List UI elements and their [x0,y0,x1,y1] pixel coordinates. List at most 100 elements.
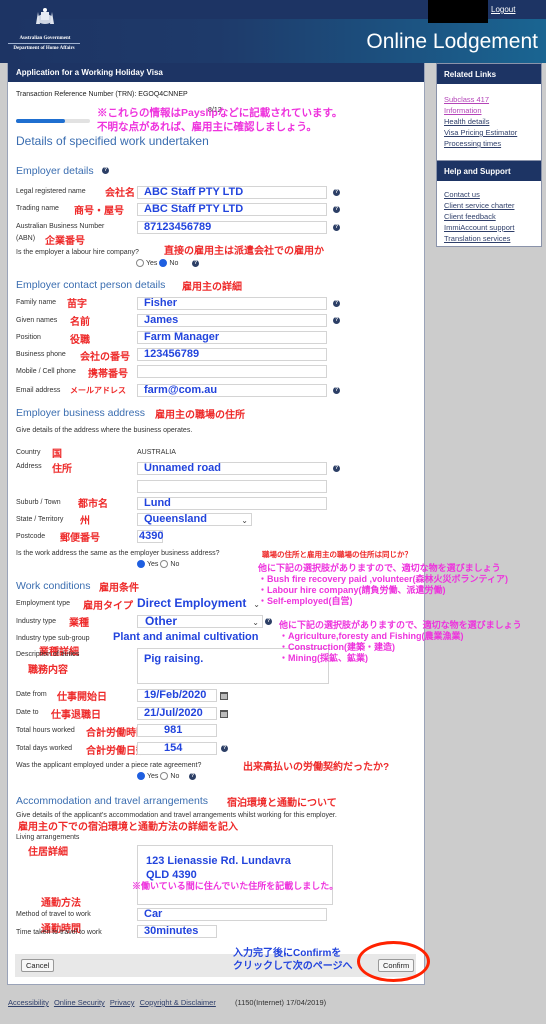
help-icon[interactable]: ? [333,465,340,472]
postcode-input[interactable]: 4390 [137,530,163,543]
help-icon[interactable]: ? [333,317,340,324]
address-line1-input[interactable]: Unnamed road [137,462,327,475]
link-visa-pricing-estimator[interactable]: Visa Pricing Estimator [444,127,534,138]
labour-hire-no-radio[interactable] [159,259,168,267]
help-icon[interactable]: ? [189,773,196,780]
employment-type-selected-value: Direct Employment [137,596,247,610]
given-names-annotation: 名前 [70,317,90,328]
help-icon[interactable]: ? [265,618,272,625]
link-contact-us[interactable]: Contact us [444,189,534,200]
link-translation-services[interactable]: Translation services [444,233,534,244]
address-line2-input[interactable] [137,480,327,493]
help-icon[interactable]: ? [192,260,199,267]
email-annotation: メールアドレス [70,386,126,395]
section-accommodation: Accommodation and travel arrangements [16,795,209,807]
employment-type-select[interactable]: Direct Employment ⌄ [137,596,260,611]
address-description: Give details of the address where the bu… [16,427,193,434]
same-address-yes-radio[interactable] [137,560,145,568]
country-annotation: 国 [52,449,62,460]
living-annotation: ※働いている間に住んでいた住所を記載しました。 [132,881,339,891]
link-client-feedback[interactable]: Client feedback [444,211,534,222]
family-name-input[interactable]: Fisher [137,297,327,310]
living-line-2: QLD 4390 [146,869,197,881]
state-annotation: 州 [80,516,90,527]
date-from-input[interactable]: 19/Feb/2020 [137,689,217,702]
section-work-conditions: Work conditions [16,580,91,592]
duties-label: Description of duties [16,651,80,658]
logout-link[interactable]: Logout [491,5,515,14]
confirm-annotation-1: 入力完了後にConfirmを [233,948,342,959]
labour-hire-radio-group: Yes No [136,259,178,267]
footer-link-accessibility[interactable]: Accessibility [8,998,49,1007]
footer-link-privacy[interactable]: Privacy [110,998,135,1007]
duties-annotation: 職務内容 [28,665,68,676]
total-hours-input[interactable]: 981 [137,724,217,737]
department-name: Department of Home Affairs [13,46,75,51]
given-names-label: Given names [16,317,58,324]
business-phone-label: Business phone [16,351,66,358]
given-names-input[interactable]: James [137,314,327,327]
employment-type-annotation: 雇用タイプ [83,601,133,612]
date-from-label: Date from [16,691,47,698]
help-icon[interactable]: ? [333,189,340,196]
annotation-top-1: ※これらの情報はPayslipなどに記載されています。 [97,107,343,119]
mobile-label: Mobile / Cell phone [16,368,76,375]
help-icon[interactable]: ? [333,206,340,213]
email-label: Email address [16,387,61,394]
same-address-annotation: 職場の住所と雇用主の職場の住所は同じか？ [262,550,412,559]
travel-method-annotation: 通勤方法 [41,898,81,909]
mobile-input[interactable] [137,365,327,378]
link-client-service-charter[interactable]: Client service charter [444,200,534,211]
cancel-button[interactable]: Cancel [21,959,55,972]
legal-name-input[interactable]: ABC Staff PTY LTD [137,186,327,199]
footer-link-copyright[interactable]: Copyright & Disclaimer [140,998,216,1007]
link-processing-times[interactable]: Processing times [444,138,534,149]
yes-label: Yes [147,772,159,780]
app-title: Online Lodgement [366,30,538,53]
living-arrangements-annotation: 住居詳細 [28,847,68,858]
same-address-no-radio[interactable] [160,560,169,568]
email-input[interactable]: farm@com.au [137,384,327,397]
travel-method-input[interactable]: Car [137,908,327,921]
travel-method-label: Method of travel to work [16,911,91,918]
country-label: Country [16,449,41,456]
yes-label: Yes [146,259,158,267]
piece-rate-yes-radio[interactable] [137,772,145,780]
travel-time-input[interactable]: 30minutes [137,925,217,938]
link-information[interactable]: Information [444,105,534,116]
calendar-icon[interactable] [220,692,228,700]
subgroup-value[interactable]: Plant and animal cultivation [113,631,258,644]
work-conditions-annotation: 雇用条件 [99,583,139,594]
industry-type-select[interactable]: Other ⌄ [137,615,263,628]
state-select[interactable]: Queensland ⌄ [137,513,252,526]
employment-options-note-1: ・Bush fire recovery paid ,volunteer(森林火災… [258,574,509,584]
business-phone-input[interactable]: 123456789 [137,348,327,361]
total-days-input[interactable]: 154 [137,742,217,755]
help-icon[interactable]: ? [221,745,228,752]
postcode-label: Postcode [16,533,46,540]
link-health-details[interactable]: Health details [444,116,534,127]
help-icon[interactable]: ? [333,224,340,231]
piece-rate-question: Was the applicant employed under a piece… [16,762,202,769]
help-icon[interactable]: ? [333,300,340,307]
help-icon[interactable]: ? [333,387,340,394]
living-arrangements-textarea[interactable]: 123 Lienassie Rd. Lundavra QLD 4390 [137,845,333,905]
trading-name-input[interactable]: ABC Staff PTY LTD [137,203,327,216]
abn-annotation: 企業番号 [45,236,85,247]
abn-input[interactable]: 87123456789 [137,221,327,234]
piece-rate-no-radio[interactable] [160,772,169,780]
link-immiaccount-support[interactable]: ImmiAccount support [444,222,534,233]
living-arrangements-label: Living arrangements [16,834,80,841]
help-icon[interactable]: ? [102,167,109,174]
suburb-input[interactable]: Lund [137,497,327,510]
postcode-annotation: 郵便番号 [60,533,100,544]
calendar-icon[interactable] [220,710,228,718]
position-input[interactable]: Farm Manager [137,331,327,344]
link-subclass-417[interactable]: Subclass 417 [444,94,534,105]
footer-link-online-security[interactable]: Online Security [54,998,105,1007]
labour-hire-yes-radio[interactable] [136,259,144,267]
application-form-panel: Application for a Working Holiday Visa T… [7,63,425,985]
date-to-input[interactable]: 21/Jul/2020 [137,707,217,720]
site-header: Australian Government Department of Home… [0,0,546,63]
industry-type-annotation: 業種 [69,618,89,629]
